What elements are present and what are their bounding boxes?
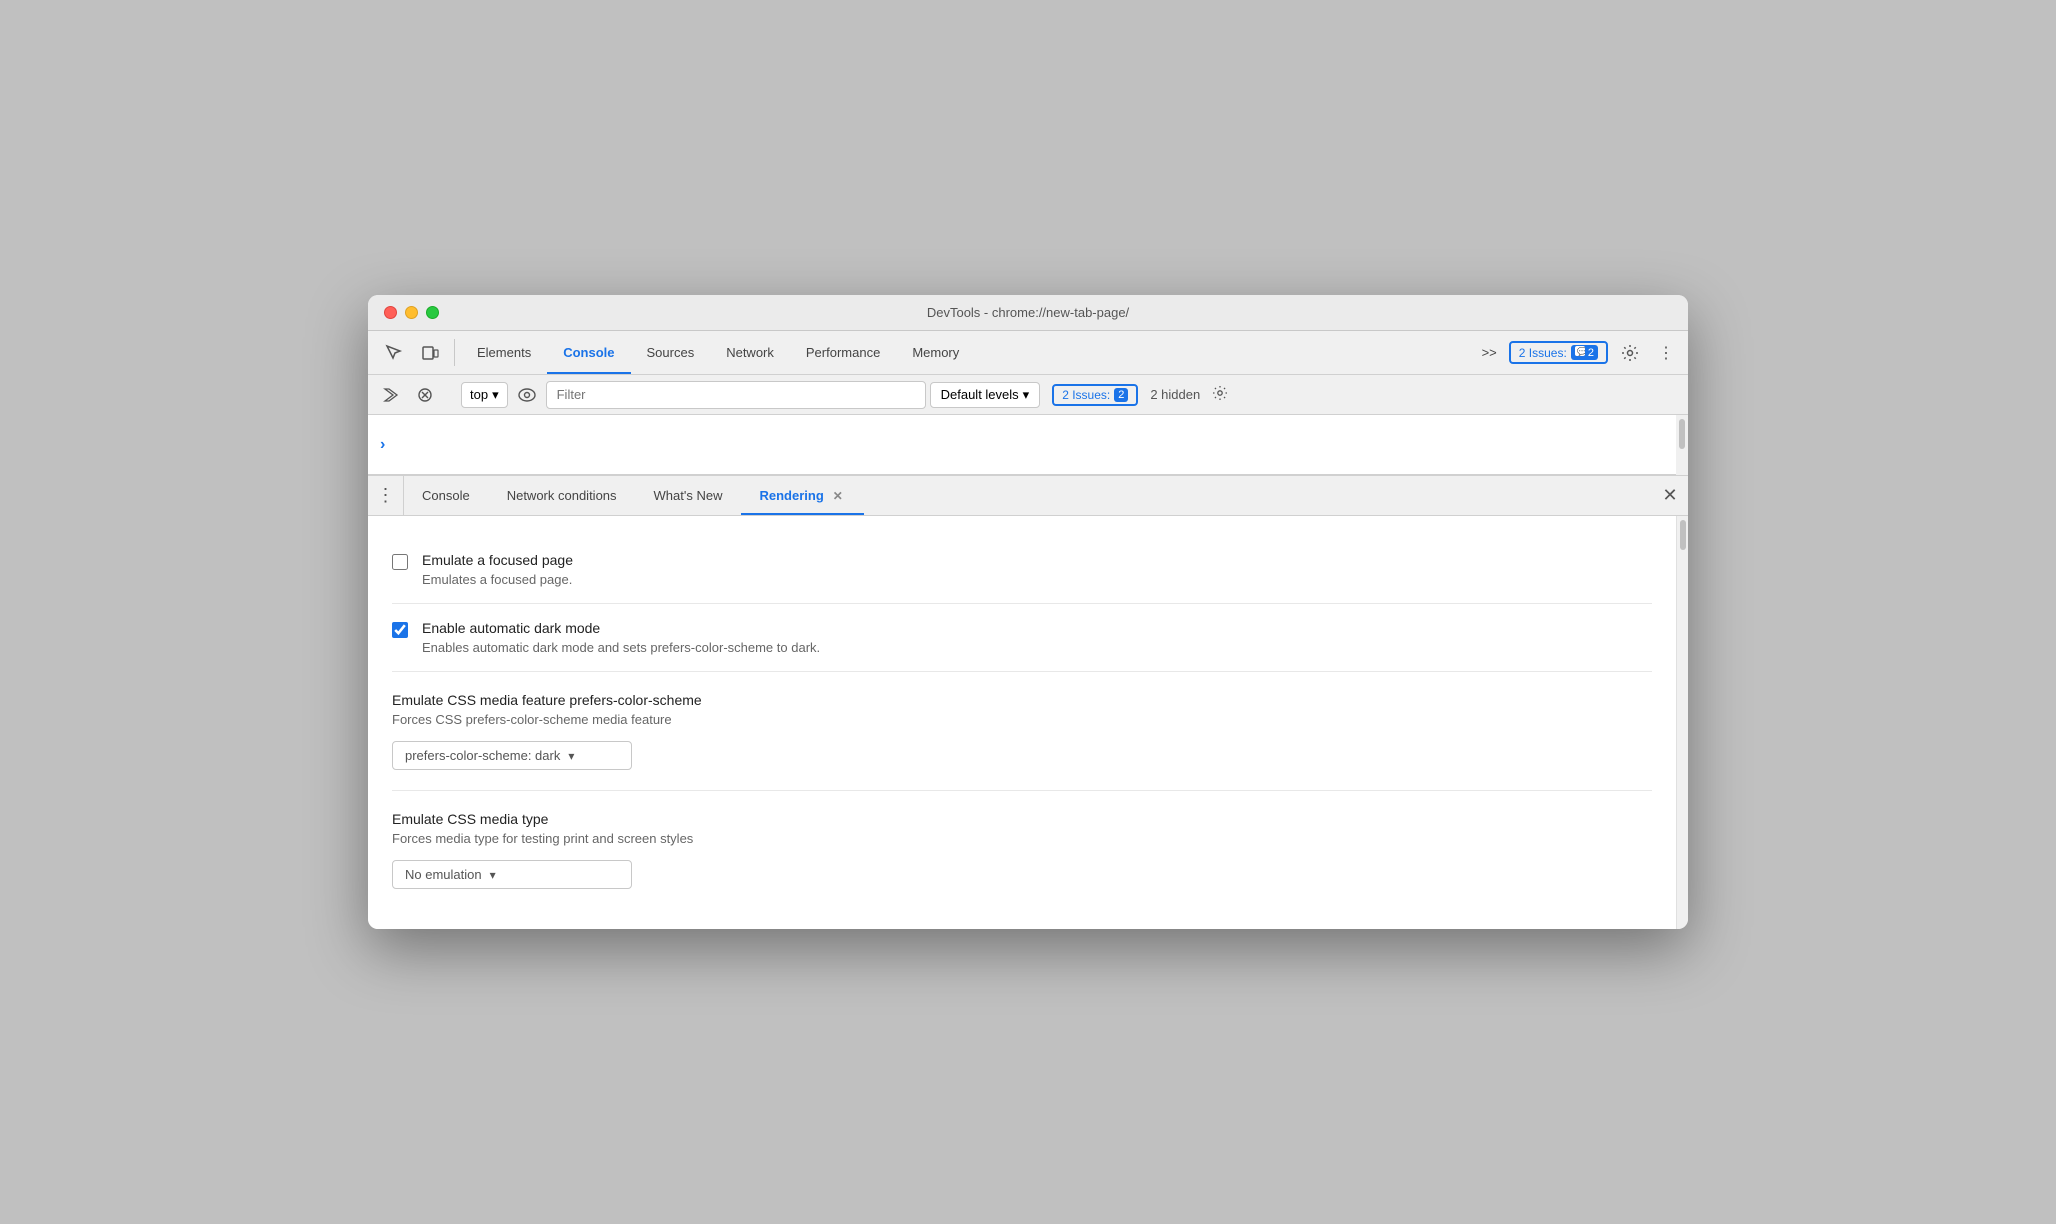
tab-network[interactable]: Network: [710, 331, 790, 374]
maximize-button[interactable]: [426, 306, 439, 319]
auto-dark-mode-texts: Enable automatic dark mode Enables autom…: [422, 620, 820, 655]
prefers-color-scheme-section: Emulate CSS media feature prefers-color-…: [392, 672, 1652, 791]
tab-memory[interactable]: Memory: [896, 331, 975, 374]
device-toggle-button[interactable]: [412, 331, 448, 374]
toolbar-right: >> 2 Issues: 💬 2 ⋮: [1474, 331, 1680, 374]
media-type-desc: Forces media type for testing print and …: [392, 831, 1652, 846]
dropdown-arrow-icon-2: ▾: [490, 868, 496, 882]
bottom-tab-rendering[interactable]: Rendering ✕: [741, 476, 864, 515]
bottom-panel: ⋮ Console Network conditions What's New …: [368, 475, 1688, 929]
minimize-button[interactable]: [405, 306, 418, 319]
eye-button[interactable]: [512, 380, 542, 410]
emulate-focused-checkbox[interactable]: [392, 554, 408, 570]
dropdown-arrow-icon: ▾: [568, 749, 574, 763]
settings-button[interactable]: [1612, 344, 1648, 362]
main-tabs: Elements Console Sources Network Perform…: [461, 331, 1474, 374]
rendering-scrollbar: [1676, 516, 1688, 929]
console-settings-button[interactable]: [1212, 385, 1228, 405]
auto-dark-mode-checkbox-wrap: [392, 622, 408, 638]
close-bottom-panel-button[interactable]: ✕: [1652, 476, 1688, 515]
rendering-content: Emulate a focused page Emulates a focuse…: [368, 516, 1676, 929]
emulate-focused-row: Emulate a focused page Emulates a focuse…: [392, 536, 1652, 604]
emulate-focused-texts: Emulate a focused page Emulates a focuse…: [422, 552, 573, 587]
console-input-area: ›: [368, 415, 1676, 475]
prefers-color-scheme-desc: Forces CSS prefers-color-scheme media fe…: [392, 712, 1652, 727]
prefers-color-scheme-dropdown[interactable]: prefers-color-scheme: dark ▾: [392, 741, 632, 770]
close-button[interactable]: [384, 306, 397, 319]
inspect-element-button[interactable]: [376, 331, 412, 374]
clear-console-button[interactable]: [376, 380, 406, 410]
issues-count-badge: 💬 2: [1571, 345, 1598, 360]
filter-input[interactable]: [546, 381, 926, 409]
emulate-focused-title: Emulate a focused page: [422, 552, 573, 568]
bottom-tab-network-conditions[interactable]: Network conditions: [489, 476, 636, 515]
media-type-title: Emulate CSS media type: [392, 811, 1652, 827]
console-prompt-chevron[interactable]: ›: [380, 436, 385, 454]
emulate-focused-desc: Emulates a focused page.: [422, 572, 573, 587]
auto-dark-mode-title: Enable automatic dark mode: [422, 620, 820, 636]
scrollbar-area: [1676, 415, 1688, 475]
issues-count-badge-2: 2: [1114, 388, 1128, 402]
auto-dark-mode-desc: Enables automatic dark mode and sets pre…: [422, 640, 820, 655]
filter-toggle-button[interactable]: [410, 380, 440, 410]
prefers-color-scheme-title: Emulate CSS media feature prefers-color-…: [392, 692, 1652, 708]
issues-badge[interactable]: 2 Issues: 💬 2: [1509, 341, 1608, 364]
tab-performance[interactable]: Performance: [790, 331, 896, 374]
bottom-tab-more-button[interactable]: ⋮: [368, 476, 404, 515]
context-selector[interactable]: top ▾: [461, 382, 508, 408]
scrollbar-thumb[interactable]: [1679, 419, 1685, 449]
secondary-toolbar: top ▾ Default levels ▾ 2 Issues: 2 2 hid…: [368, 375, 1688, 415]
more-options-button[interactable]: ⋮: [1652, 339, 1680, 367]
emulate-focused-checkbox-wrap: [392, 554, 408, 570]
bottom-tabs-bar: ⋮ Console Network conditions What's New …: [368, 476, 1688, 516]
media-type-dropdown[interactable]: No emulation ▾: [392, 860, 632, 889]
main-toolbar: Elements Console Sources Network Perform…: [368, 331, 1688, 375]
tab-console[interactable]: Console: [547, 331, 630, 374]
issues-badge-2[interactable]: 2 Issues: 2: [1052, 384, 1138, 406]
window-title: DevTools - chrome://new-tab-page/: [927, 305, 1129, 320]
tab-elements[interactable]: Elements: [461, 331, 547, 374]
devtools-window: DevTools - chrome://new-tab-page/ Elemen…: [368, 295, 1688, 929]
tab-sources[interactable]: Sources: [631, 331, 711, 374]
levels-select[interactable]: Default levels ▾: [930, 382, 1041, 408]
console-output-area: ›: [368, 415, 1688, 475]
traffic-lights: [384, 306, 439, 319]
rendering-scrollbar-thumb[interactable]: [1680, 520, 1686, 550]
more-tabs-button[interactable]: >>: [1474, 345, 1505, 360]
auto-dark-mode-checkbox[interactable]: [392, 622, 408, 638]
media-type-section: Emulate CSS media type Forces media type…: [392, 791, 1652, 909]
bottom-tab-whats-new[interactable]: What's New: [636, 476, 742, 515]
bottom-tab-console[interactable]: Console: [404, 476, 489, 515]
hidden-badge: 2 hidden: [1142, 387, 1208, 402]
rendering-tab-close[interactable]: ✕: [830, 488, 846, 504]
svg-text:💬: 💬: [1577, 346, 1585, 356]
title-bar: DevTools - chrome://new-tab-page/: [368, 295, 1688, 331]
auto-dark-mode-row: Enable automatic dark mode Enables autom…: [392, 604, 1652, 672]
rendering-panel-body: Emulate a focused page Emulates a focuse…: [368, 516, 1688, 929]
toolbar-separator-1: [454, 339, 455, 366]
